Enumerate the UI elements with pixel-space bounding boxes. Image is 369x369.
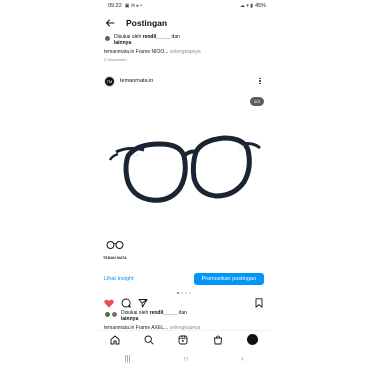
caption-username[interactable]: temanmata.in	[104, 49, 134, 55]
previous-post-caption[interactable]: temanmata.in Frame NIOO... selengkapnya	[98, 48, 270, 56]
likes-others[interactable]: lainnya	[121, 316, 138, 322]
status-right: ☁ ▾ ▮ 45%	[240, 3, 266, 9]
page-header: Postingan	[98, 12, 270, 34]
likes-mid: dan	[170, 34, 180, 40]
likes-text: Disukai oleh rendil_____ dan lainnya	[114, 34, 180, 46]
bottom-navigation	[98, 330, 270, 348]
signal-icons: ☁ ▾ ▮	[239, 3, 253, 9]
brand-logo: TEMAN MATA	[103, 237, 127, 260]
status-bar: 09.22 ▣ ✉ ▸ • ☁ ▾ ▮ 45%	[98, 0, 270, 12]
liker-username[interactable]: rendil_____	[150, 310, 178, 316]
notification-icons: ▣ ✉ ▸ •	[124, 3, 143, 9]
liker-avatar	[111, 311, 118, 318]
liker-avatar	[104, 311, 111, 318]
home-button-icon[interactable]: ○	[183, 354, 188, 363]
caption-more-link[interactable]: selengkapnya	[168, 49, 201, 55]
liker-avatar	[104, 35, 111, 42]
post-image[interactable]: 1/4 TEMAN MATA	[98, 94, 270, 266]
recent-apps-icon[interactable]: |||	[124, 354, 130, 363]
insight-promote-row: Lihat Insight Promosikan postingan	[98, 269, 270, 289]
caption-text: Frame NIOO...	[134, 49, 169, 55]
status-time: 09.22	[108, 3, 122, 9]
share-icon[interactable]	[138, 298, 148, 308]
likes-mid: dan	[177, 310, 187, 316]
battery-level: 45%	[254, 3, 266, 9]
search-icon[interactable]	[144, 335, 154, 345]
carousel-dot	[189, 292, 191, 294]
promote-post-button[interactable]: Promosikan postingan	[193, 273, 264, 285]
bookmark-icon[interactable]	[254, 298, 264, 308]
back-arrow-icon[interactable]	[104, 17, 116, 29]
status-left: 09.22 ▣ ✉ ▸ •	[108, 3, 142, 9]
post-likes[interactable]: Disukai oleh rendil_____ dan lainnya	[98, 310, 270, 324]
back-button-icon[interactable]: ‹	[241, 354, 244, 363]
previous-post-likes[interactable]: Disukai oleh rendil_____ dan lainnya	[98, 34, 270, 48]
brand-glasses-icon	[106, 241, 124, 249]
previous-post-date: 5 September	[104, 57, 127, 62]
post-actions	[98, 296, 270, 310]
reels-icon[interactable]	[178, 335, 188, 345]
heart-icon[interactable]	[104, 298, 114, 308]
likes-text: Disukai oleh rendil_____ dan lainnya	[121, 310, 187, 322]
liker-username[interactable]: rendil_____	[143, 34, 171, 40]
account-avatar-label: TM	[106, 78, 113, 84]
view-insights-link[interactable]: Lihat Insight	[104, 276, 134, 282]
post-username[interactable]: temanmata.in	[120, 78, 256, 84]
carousel-dot	[185, 292, 187, 294]
post-header: TM temanmata.in	[98, 70, 270, 92]
shop-icon[interactable]	[213, 335, 223, 345]
more-options-icon[interactable]	[256, 77, 264, 85]
carousel-dot	[181, 292, 183, 294]
brand-label: TEMAN MATA	[103, 256, 127, 260]
likes-others[interactable]: lainnya	[114, 40, 131, 46]
carousel-dot-active	[177, 292, 179, 294]
account-avatar[interactable]: TM	[104, 75, 115, 87]
comment-icon[interactable]	[121, 298, 131, 308]
profile-avatar[interactable]	[246, 334, 258, 345]
page-title: Postingan	[126, 18, 168, 28]
home-icon[interactable]	[110, 335, 120, 345]
phone-screen: 09.22 ▣ ✉ ▸ • ☁ ▾ ▮ 45% Postingan Disuka…	[98, 0, 270, 369]
system-navigation: ||| ○ ‹	[98, 350, 270, 366]
